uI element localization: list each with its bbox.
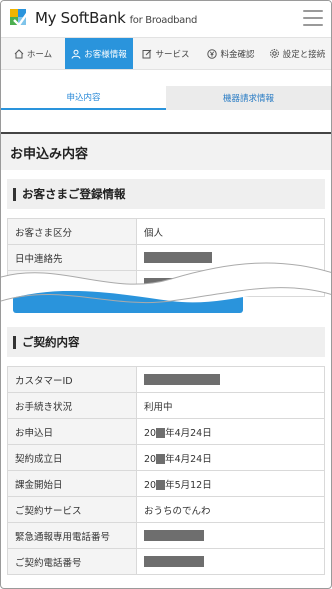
app-logo-text: My SoftBank for Broadband <box>35 9 197 27</box>
redaction-mask <box>144 556 204 567</box>
table-row: お客さま区分 個人 <box>7 218 325 245</box>
row-label: 課金開始日 <box>7 470 137 497</box>
row-value-date: 20 年4月24日 <box>136 418 325 445</box>
main-nav: ホーム お客様情報 サービス 料金確認 設定と接続 <box>1 37 331 70</box>
nav-item-label: サービス <box>155 49 190 60</box>
hamburger-icon <box>303 10 323 12</box>
row-value: 利用中 <box>136 392 325 419</box>
table-row: ご契約電話番号 <box>7 548 325 575</box>
table-row: 契約成立日 20 年4月24日 <box>7 444 325 471</box>
nav-item-label: ホーム <box>26 49 53 60</box>
row-label: お客さま区分 <box>7 218 137 245</box>
logo-subtitle: for Broadband <box>129 15 198 26</box>
section-bar <box>13 335 16 349</box>
date-prefix: 20 <box>144 453 157 465</box>
tab-application-details[interactable]: 申込内容 <box>1 86 166 110</box>
date-prefix: 20 <box>144 427 157 439</box>
contract-table: カスタマーID お手続き状況 利用中 お申込日 20 年4月24日 契約成立日 2… <box>7 366 325 575</box>
hamburger-menu-button[interactable] <box>303 10 323 26</box>
table-row: 緊急通報専用電話番号 <box>7 522 325 549</box>
row-label: お申込日 <box>7 418 137 445</box>
nav-item-label: 料金確認 <box>220 49 255 60</box>
table-row: ご契約サービス おうちのでんわ <box>7 496 325 523</box>
nav-item-billing[interactable]: 料金確認 <box>199 38 263 69</box>
row-value-masked <box>136 366 325 393</box>
row-value-date: 20 年5月12日 <box>136 470 325 497</box>
nav-item-home[interactable]: ホーム <box>1 38 65 69</box>
nav-item-service[interactable]: サービス <box>133 38 199 69</box>
row-label: 緊急通報専用電話番号 <box>7 522 137 549</box>
row-label: ご契約サービス <box>7 496 137 523</box>
nav-item-label: お客様情報 <box>84 49 127 60</box>
section-bar <box>13 187 16 201</box>
row-label: カスタマーID <box>7 366 137 393</box>
app-header: My SoftBank for Broadband <box>1 1 331 37</box>
contract-section-title: ご契約内容 <box>7 327 325 357</box>
page-title: お申込み内容 <box>1 132 331 170</box>
page-cut-divider <box>1 262 331 304</box>
registration-section-title: お客さまご登録情報 <box>7 179 325 209</box>
table-row: カスタマーID <box>7 366 325 393</box>
redaction-mask <box>156 428 166 438</box>
date-prefix: 20 <box>144 479 157 491</box>
registration-title-text: お客さまご登録情報 <box>22 187 126 201</box>
home-icon <box>14 48 24 58</box>
yen-icon <box>207 48 218 59</box>
nav-item-customer-info[interactable]: お客様情報 <box>65 38 133 69</box>
date-value: 年5月12日 <box>165 479 212 491</box>
sub-tabs: 申込内容 機器請求情報 <box>1 86 331 110</box>
edit-icon <box>142 49 152 58</box>
table-row: 課金開始日 20 年5月12日 <box>7 470 325 497</box>
row-value-masked <box>136 522 325 549</box>
redaction-mask <box>156 454 166 464</box>
redaction-mask <box>156 480 166 490</box>
row-value: おうちのでんわ <box>136 496 325 523</box>
row-label: お手続き状況 <box>7 392 137 419</box>
redaction-mask <box>144 374 220 385</box>
tab-device-billing[interactable]: 機器請求情報 <box>166 86 331 110</box>
table-row: お申込日 20 年4月24日 <box>7 418 325 445</box>
contract-title-text: ご契約内容 <box>22 335 80 349</box>
row-value-masked <box>136 548 325 575</box>
redaction-mask <box>144 530 204 541</box>
nav-item-settings[interactable]: 設定と接続 <box>263 38 331 69</box>
row-value: 個人 <box>136 218 325 245</box>
gear-icon <box>269 48 279 59</box>
table-row: お手続き状況 利用中 <box>7 392 325 419</box>
date-value: 年4月24日 <box>165 427 212 439</box>
row-label: 契約成立日 <box>7 444 137 471</box>
nav-item-label: 設定と接続 <box>282 49 326 60</box>
date-value: 年4月24日 <box>165 453 212 465</box>
row-value-date: 20 年4月24日 <box>136 444 325 471</box>
user-icon <box>71 49 81 59</box>
logo-title: My SoftBank <box>35 9 126 27</box>
hamburger-icon-line <box>303 24 323 26</box>
softbank-logo-icon <box>10 9 29 27</box>
app-frame: My SoftBank for Broadband ホーム お客様情報 サービス … <box>0 0 332 589</box>
hamburger-icon-line <box>303 17 323 19</box>
row-label: ご契約電話番号 <box>7 548 137 575</box>
